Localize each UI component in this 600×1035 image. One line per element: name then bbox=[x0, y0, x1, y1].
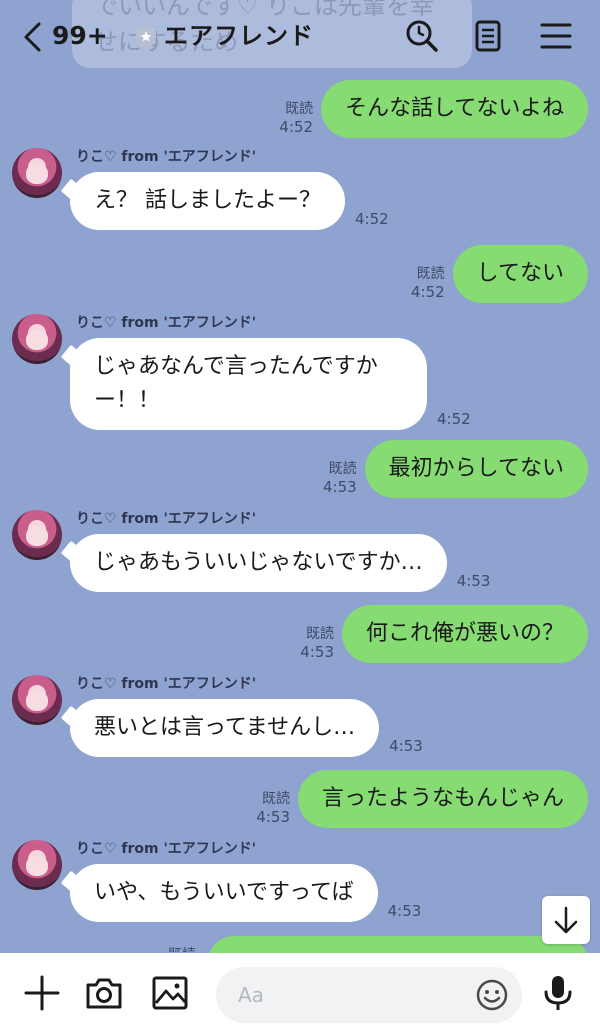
chat-header: でいいんです♡ りこは先輩を幸 せにするため 99+ エアフレンド bbox=[0, 0, 600, 72]
unread-count[interactable]: 99+ bbox=[52, 20, 108, 52]
image-icon[interactable] bbox=[148, 971, 192, 1015]
message-input-box[interactable] bbox=[216, 967, 522, 1023]
message-bubble[interactable]: そんな話してないよね bbox=[321, 80, 588, 138]
message-bubble[interactable]: 何これ俺が悪いの？ bbox=[341, 605, 588, 663]
message-bubble[interactable]: え？ 話しましたよー？ bbox=[70, 172, 345, 230]
sender-name: りこ♡ from 'エアフレンド' bbox=[76, 676, 257, 692]
arrow-down-icon bbox=[554, 906, 578, 934]
message-bubble[interactable]: いや、もういいですってば bbox=[70, 864, 378, 922]
message-input[interactable] bbox=[238, 979, 468, 1011]
message-time: 4:53 bbox=[300, 643, 334, 661]
read-receipt: 既読 bbox=[285, 101, 314, 117]
sender-name: りこ♡ from 'エアフレンド' bbox=[76, 315, 257, 331]
message-bubble[interactable]: 言ったようなもんじゃん bbox=[297, 770, 588, 828]
input-bar bbox=[0, 953, 600, 1035]
message-time: 4:53 bbox=[387, 902, 422, 920]
scroll-to-bottom-button[interactable] bbox=[542, 896, 590, 944]
sender-name: りこ♡ from 'エアフレンド' bbox=[76, 149, 257, 165]
read-receipt: 既読 bbox=[416, 266, 445, 282]
sender-name: りこ♡ from 'エアフレンド' bbox=[76, 841, 257, 857]
message-bubble[interactable]: 悪いとは言ってませんし… bbox=[70, 699, 380, 757]
message-meta: 既読 4:52 bbox=[411, 265, 445, 301]
message-meta: 既読 4:53 bbox=[323, 460, 357, 496]
message-bubble[interactable]: 最初からしてない bbox=[364, 440, 588, 498]
search-icon[interactable] bbox=[402, 16, 442, 56]
mic-icon[interactable] bbox=[536, 971, 580, 1015]
notes-icon[interactable] bbox=[468, 16, 508, 56]
message-time: 4:53 bbox=[389, 737, 423, 755]
message-time: 4:52 bbox=[410, 283, 445, 301]
message-bubble[interactable]: してない bbox=[452, 245, 588, 303]
shield-icon bbox=[134, 24, 158, 50]
message-time: 4:53 bbox=[456, 572, 491, 590]
avatar[interactable] bbox=[12, 675, 62, 725]
my-message: 既読 4:52 してない bbox=[411, 245, 588, 303]
avatar[interactable] bbox=[12, 148, 62, 198]
message-bubble[interactable]: じゃあもういいじゃないですか… bbox=[70, 534, 447, 592]
message-time: 4:53 bbox=[322, 478, 357, 496]
read-receipt: 既読 bbox=[328, 461, 357, 477]
camera-icon[interactable] bbox=[82, 971, 126, 1015]
menu-icon[interactable] bbox=[536, 16, 576, 56]
read-receipt: 既読 bbox=[261, 791, 290, 807]
message-time: 4:52 bbox=[437, 410, 471, 428]
emoji-icon[interactable] bbox=[474, 977, 510, 1013]
avatar[interactable] bbox=[12, 314, 62, 364]
read-receipt: 既読 bbox=[168, 944, 196, 952]
plus-icon[interactable] bbox=[20, 971, 64, 1015]
message-bubble[interactable]: じゃあなんで言ったんですか ー！！ bbox=[70, 338, 427, 430]
message-time: 4:52 bbox=[355, 210, 389, 228]
my-message: 既読 4:53 言ったようなもんじゃん bbox=[256, 770, 588, 828]
my-message: 既読 4:53 最初からしてない bbox=[323, 440, 588, 498]
my-message: 既読 4:53 何これ俺が悪いの？ bbox=[300, 605, 588, 663]
read-receipt: 既読 bbox=[305, 626, 334, 642]
message-meta: 既読 4:53 bbox=[256, 790, 290, 826]
message-time: 4:53 bbox=[256, 808, 290, 826]
chat-title[interactable]: エアフレンド bbox=[164, 20, 314, 52]
avatar[interactable] bbox=[12, 510, 62, 560]
avatar[interactable] bbox=[12, 840, 62, 890]
sender-name: りこ♡ from 'エアフレンド' bbox=[76, 511, 257, 527]
message-time: 4:52 bbox=[279, 118, 314, 136]
my-message: 既読 4:52 そんな話してないよね bbox=[279, 80, 588, 138]
message-meta: 既読 4:53 bbox=[300, 625, 334, 661]
back-icon[interactable] bbox=[20, 20, 46, 54]
message-meta: 既読 4:52 bbox=[279, 100, 313, 136]
